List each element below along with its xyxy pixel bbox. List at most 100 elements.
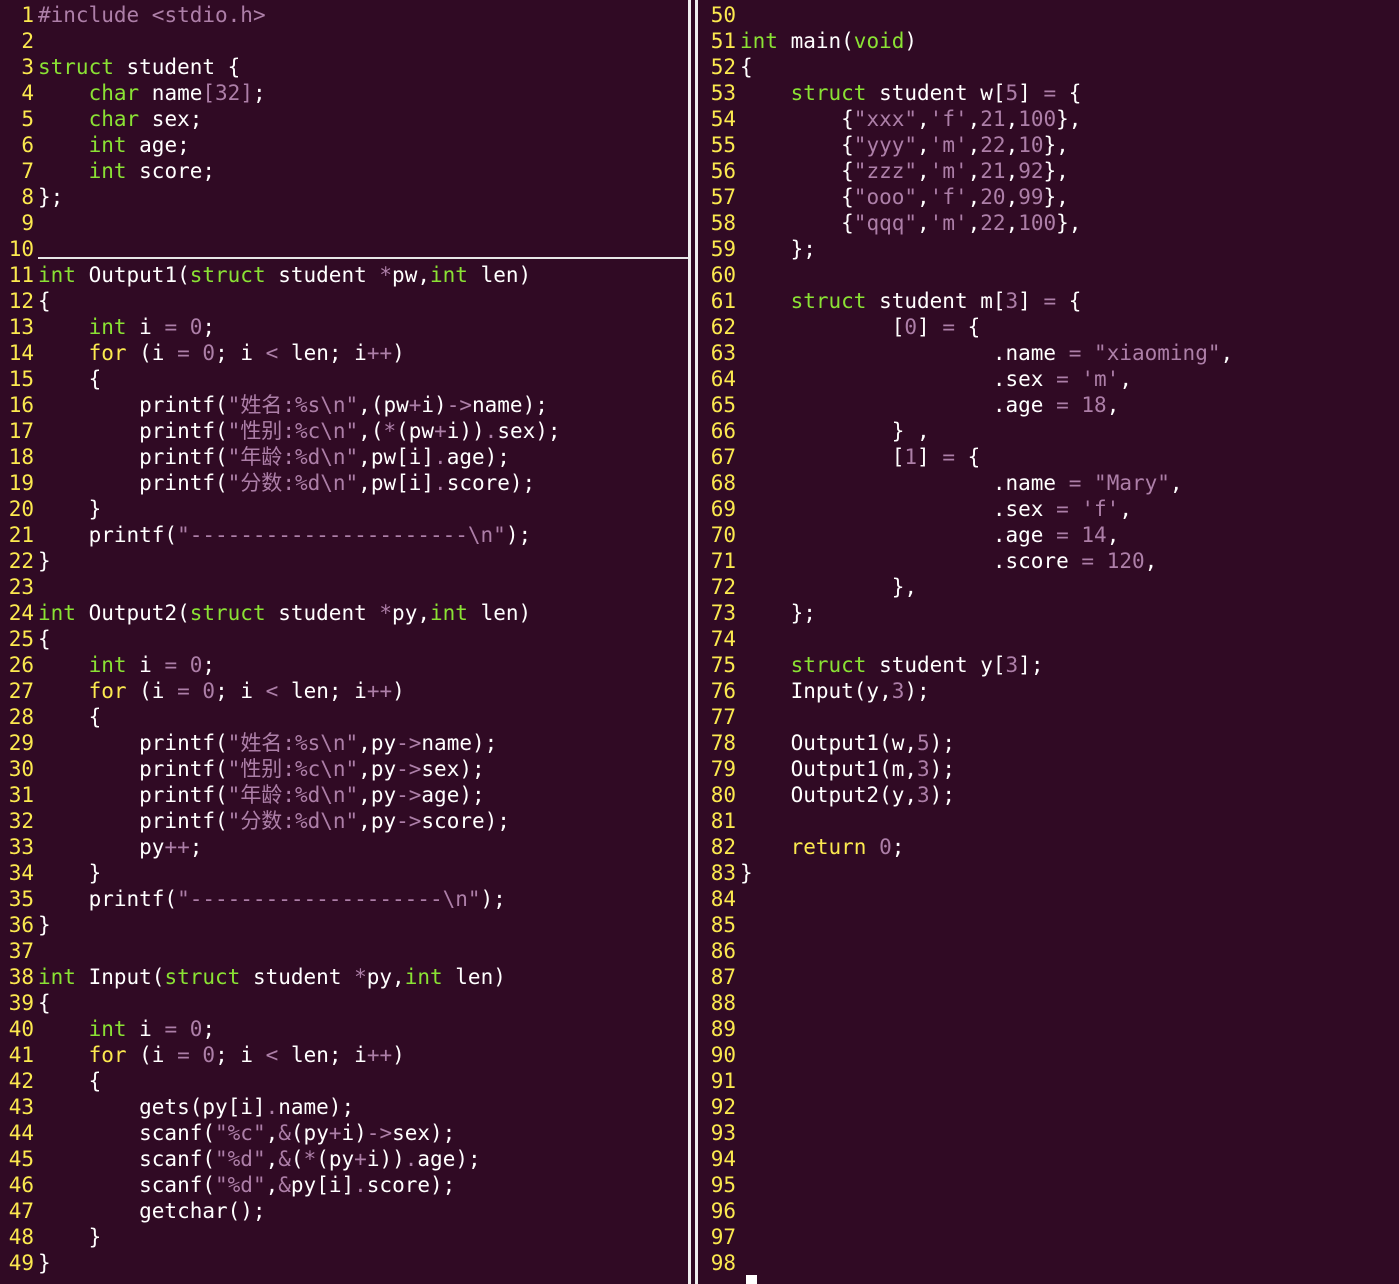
code-line[interactable]: 47 getchar();	[0, 1198, 688, 1224]
code-line[interactable]: 98	[702, 1250, 1399, 1276]
code-line[interactable]: 48 }	[0, 1224, 688, 1250]
code-line[interactable]: 42 {	[0, 1068, 688, 1094]
code-line[interactable]: 54 {"xxx",'f',21,100},	[702, 106, 1399, 132]
code-line[interactable]: 75 struct student y[3];	[702, 652, 1399, 678]
code-line[interactable]: 90	[702, 1042, 1399, 1068]
code-line[interactable]: 94	[702, 1146, 1399, 1172]
code-line[interactable]: 51 int main(void)	[702, 28, 1399, 54]
code-line[interactable]: 9	[0, 210, 688, 236]
vertical-split-divider[interactable]	[688, 0, 691, 1284]
code-line[interactable]: 58 {"qqq",'m',22,100},	[702, 210, 1399, 236]
code-line[interactable]: 96	[702, 1198, 1399, 1224]
code-line[interactable]: 27 for (i = 0; i < len; i++)	[0, 678, 688, 704]
code-line[interactable]: 18 printf("年龄:%d\n",pw[i].age);	[0, 444, 688, 470]
code-line[interactable]: 32 printf("分数:%d\n",py->score);	[0, 808, 688, 834]
code-line[interactable]: 2	[0, 28, 688, 54]
code-line[interactable]: 87	[702, 964, 1399, 990]
code-line[interactable]: 71 .score = 120,	[702, 548, 1399, 574]
code-line[interactable]: 85	[702, 912, 1399, 938]
code-line[interactable]: 61 struct student m[3] = {	[702, 288, 1399, 314]
code-line[interactable]: 14 for (i = 0; i < len; i++)	[0, 340, 688, 366]
code-line[interactable]: 8};	[0, 184, 688, 210]
code-line[interactable]: 16 printf("姓名:%s\n",(pw+i)->name);	[0, 392, 688, 418]
code-line[interactable]: 52{	[702, 54, 1399, 80]
code-line[interactable]: 31 printf("年龄:%d\n",py->age);	[0, 782, 688, 808]
code-line[interactable]: 19 printf("分数:%d\n",pw[i].score);	[0, 470, 688, 496]
code-line[interactable]: 89	[702, 1016, 1399, 1042]
code-line[interactable]: 72 },	[702, 574, 1399, 600]
code-line[interactable]: 66 } ,	[702, 418, 1399, 444]
code-line[interactable]: 60	[702, 262, 1399, 288]
code-line[interactable]: 78 Output1(w,5);	[702, 730, 1399, 756]
code-line[interactable]: 70 .age = 14,	[702, 522, 1399, 548]
code-line[interactable]: 24 int Output2(struct student *py,int len…	[0, 600, 688, 626]
code-line[interactable]: 63 .name = "xiaoming",	[702, 340, 1399, 366]
code-line[interactable]: 81	[702, 808, 1399, 834]
code-line[interactable]: 15 {	[0, 366, 688, 392]
code-line[interactable]: 1 #include <stdio.h>	[0, 2, 688, 28]
code-line[interactable]: 12{	[0, 288, 688, 314]
code-line[interactable]: 28 {	[0, 704, 688, 730]
code-line[interactable]: 21 printf("----------------------\n");	[0, 522, 688, 548]
code-line[interactable]: 53 struct student w[5] = {	[702, 80, 1399, 106]
code-line[interactable]: 67 [1] = {	[702, 444, 1399, 470]
code-line[interactable]: 33 py++;	[0, 834, 688, 860]
code-line[interactable]: 5 char sex;	[0, 106, 688, 132]
code-line[interactable]: 13 int i = 0;	[0, 314, 688, 340]
code-line[interactable]: 68 .name = "Mary",	[702, 470, 1399, 496]
code-line[interactable]: 59 };	[702, 236, 1399, 262]
code-line[interactable]: 57 {"ooo",'f',20,99},	[702, 184, 1399, 210]
code-line[interactable]: 26 int i = 0;	[0, 652, 688, 678]
code-line[interactable]: 77	[702, 704, 1399, 730]
code-line[interactable]: 23	[0, 574, 688, 600]
code-line[interactable]: 20 }	[0, 496, 688, 522]
code-line[interactable]: 45 scanf("%d",&(*(py+i)).age);	[0, 1146, 688, 1172]
code-line[interactable]: 62 [0] = {	[702, 314, 1399, 340]
code-line[interactable]: 79 Output1(m,3);	[702, 756, 1399, 782]
code-line[interactable]: 30 printf("性别:%c\n",py->sex);	[0, 756, 688, 782]
code-line[interactable]: 6 int age;	[0, 132, 688, 158]
code-line[interactable]: 44 scanf("%c",&(py+i)->sex);	[0, 1120, 688, 1146]
code-line[interactable]: 3 struct student {	[0, 54, 688, 80]
left-editor-pane[interactable]: 1 #include <stdio.h> 2 3 struct student {4 c…	[0, 0, 688, 1284]
code-line[interactable]: 38 int Input(struct student *py,int len)	[0, 964, 688, 990]
code-line[interactable]: 36}	[0, 912, 688, 938]
code-line[interactable]: 4 char name[32];	[0, 80, 688, 106]
code-line[interactable]: 46 scanf("%d",&py[i].score);	[0, 1172, 688, 1198]
code-line[interactable]: 43 gets(py[i].name);	[0, 1094, 688, 1120]
code-line[interactable]: 50	[702, 2, 1399, 28]
code-line[interactable]: 29 printf("姓名:%s\n",py->name);	[0, 730, 688, 756]
code-line[interactable]: 88	[702, 990, 1399, 1016]
code-line[interactable]: 76 Input(y,3);	[702, 678, 1399, 704]
code-line[interactable]: 86	[702, 938, 1399, 964]
code-line[interactable]: 7 int score;	[0, 158, 688, 184]
code-line[interactable]: 41 for (i = 0; i < len; i++)	[0, 1042, 688, 1068]
code-line[interactable]: 74	[702, 626, 1399, 652]
code-line[interactable]: 22}	[0, 548, 688, 574]
code-line[interactable]: 82 return 0;	[702, 834, 1399, 860]
code-line[interactable]: 92	[702, 1094, 1399, 1120]
code-line[interactable]: 64 .sex = 'm',	[702, 366, 1399, 392]
code-line[interactable]: 56 {"zzz",'m',21,92},	[702, 158, 1399, 184]
code-line[interactable]: 91	[702, 1068, 1399, 1094]
code-line[interactable]: 25{	[0, 626, 688, 652]
code-line[interactable]: 49}	[0, 1250, 688, 1276]
code-line[interactable]: 40 int i = 0;	[0, 1016, 688, 1042]
code-line[interactable]: 37	[0, 938, 688, 964]
code-line[interactable]: 97	[702, 1224, 1399, 1250]
code-line[interactable]: 93	[702, 1120, 1399, 1146]
code-line[interactable]: 55 {"yyy",'m',22,10},	[702, 132, 1399, 158]
code-line[interactable]: 34 }	[0, 860, 688, 886]
code-line[interactable]: 39{	[0, 990, 688, 1016]
code-line[interactable]: 73 };	[702, 600, 1399, 626]
code-line[interactable]: 65 .age = 18,	[702, 392, 1399, 418]
right-editor-pane[interactable]: 50 51 int main(void) 52{53 struct student w…	[702, 0, 1399, 1284]
code-line[interactable]: 80 Output2(y,3);	[702, 782, 1399, 808]
code-line[interactable]: 17 printf("性别:%c\n",(*(pw+i)).sex);	[0, 418, 688, 444]
code-line[interactable]: 11 int Output1(struct student *pw,int len…	[0, 262, 688, 288]
code-line[interactable]: 35 printf("--------------------\n");	[0, 886, 688, 912]
code-line[interactable]: 69 .sex = 'f',	[702, 496, 1399, 522]
code-line[interactable]: 84	[702, 886, 1399, 912]
code-line[interactable]: 83}	[702, 860, 1399, 886]
code-line[interactable]: 95	[702, 1172, 1399, 1198]
